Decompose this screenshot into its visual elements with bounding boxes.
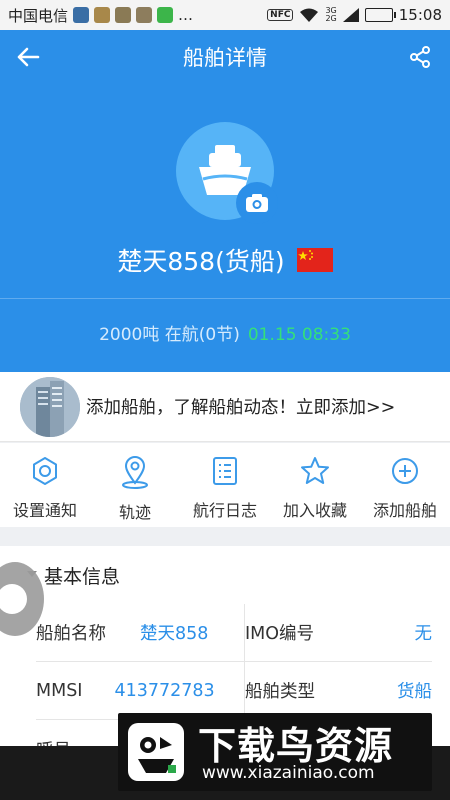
page-title: 船舶详情 bbox=[183, 46, 267, 70]
nfc-icon: NFC bbox=[267, 9, 294, 21]
plus-circle-icon bbox=[392, 458, 418, 484]
field-label: MMSI bbox=[36, 680, 83, 701]
more-notifications-icon: … bbox=[178, 6, 194, 24]
network-type-icon: 3G 2G bbox=[325, 6, 337, 23]
watermark-url: www.xiazainiao.com bbox=[202, 763, 375, 783]
ship-name: 楚天858(货船) bbox=[117, 247, 285, 276]
share-icon bbox=[410, 46, 430, 68]
action-label: 设置通知 bbox=[12, 501, 77, 520]
ship-status: 2000吨 在航(0节) 01.15 08:33 bbox=[0, 320, 450, 345]
app-notification-icon bbox=[73, 7, 90, 23]
promo-image bbox=[20, 376, 80, 437]
app-notification-icon bbox=[115, 7, 132, 23]
status-bar: 中国电信 … NFC 3G 2G 15:08 bbox=[0, 0, 450, 30]
app-notification-icon bbox=[94, 7, 111, 23]
field-label: IMO编号 bbox=[245, 624, 315, 644]
last-update-time: 01.15 08:33 bbox=[247, 325, 351, 345]
tonnage-status: 2000吨 在航(0节) bbox=[99, 325, 240, 345]
battery-icon bbox=[364, 8, 396, 22]
field-value: 无 bbox=[414, 624, 433, 644]
wechat-icon bbox=[157, 7, 174, 23]
info-row: 船舶名称 楚天858 IMO编号 无 bbox=[36, 604, 432, 662]
change-photo-button[interactable] bbox=[236, 182, 278, 224]
back-button[interactable] bbox=[10, 39, 46, 75]
action-label: 航行日志 bbox=[192, 501, 257, 520]
divider bbox=[0, 298, 450, 299]
share-button[interactable] bbox=[402, 39, 438, 75]
china-flag-icon bbox=[296, 248, 333, 272]
arrow-left-icon bbox=[17, 47, 40, 67]
section-title: 基本信息 bbox=[44, 566, 121, 588]
app-header: 船舶详情 bbox=[0, 30, 450, 84]
ship-hero: 楚天858(货船) 2000吨 在航(0节) 01.15 08:33 bbox=[0, 84, 450, 372]
app-notification-icon bbox=[136, 7, 153, 23]
track-button[interactable]: 轨迹 bbox=[90, 443, 180, 527]
star-icon bbox=[301, 457, 329, 484]
action-label: 添加船舶 bbox=[372, 501, 437, 520]
location-pin-icon bbox=[122, 456, 148, 489]
add-ship-button[interactable]: 添加船舶 bbox=[360, 443, 450, 527]
log-list-icon bbox=[213, 457, 237, 485]
settings-gear-icon bbox=[33, 457, 57, 485]
wifi-icon bbox=[300, 8, 319, 22]
info-row: MMSI 413772783 船舶类型 货船 bbox=[36, 662, 432, 720]
camera-icon bbox=[246, 194, 268, 212]
signal-icon bbox=[342, 8, 359, 22]
field-label: 船舶名称 bbox=[36, 624, 106, 644]
field-value: 楚天858 bbox=[140, 624, 209, 644]
field-label: 船舶类型 bbox=[245, 682, 315, 702]
add-favorite-button[interactable]: 加入收藏 bbox=[270, 443, 360, 527]
add-ship-promo[interactable]: 添加船舶，了解船舶动态！立即添加>> bbox=[0, 372, 450, 442]
field-value: 413772783 bbox=[114, 680, 215, 701]
assistive-touch-icon bbox=[0, 584, 27, 614]
set-notification-button[interactable]: 设置通知 bbox=[0, 443, 90, 527]
action-label: 加入收藏 bbox=[282, 501, 347, 520]
carrier-label: 中国电信 bbox=[8, 6, 69, 25]
action-label: 轨迹 bbox=[118, 503, 151, 522]
bird-logo-icon bbox=[128, 723, 184, 781]
clock: 15:08 bbox=[398, 6, 442, 24]
action-bar: 设置通知 轨迹 航行日志 加入收藏 添加船舶 bbox=[0, 443, 450, 527]
promo-text: 添加船舶，了解船舶动态！立即添加>> bbox=[86, 398, 396, 418]
watermark: 下载鸟资源 www.xiazainiao.com bbox=[118, 713, 432, 791]
voyage-log-button[interactable]: 航行日志 bbox=[180, 443, 270, 527]
field-value: 货船 bbox=[397, 682, 432, 702]
watermark-title: 下载鸟资源 bbox=[198, 724, 394, 768]
